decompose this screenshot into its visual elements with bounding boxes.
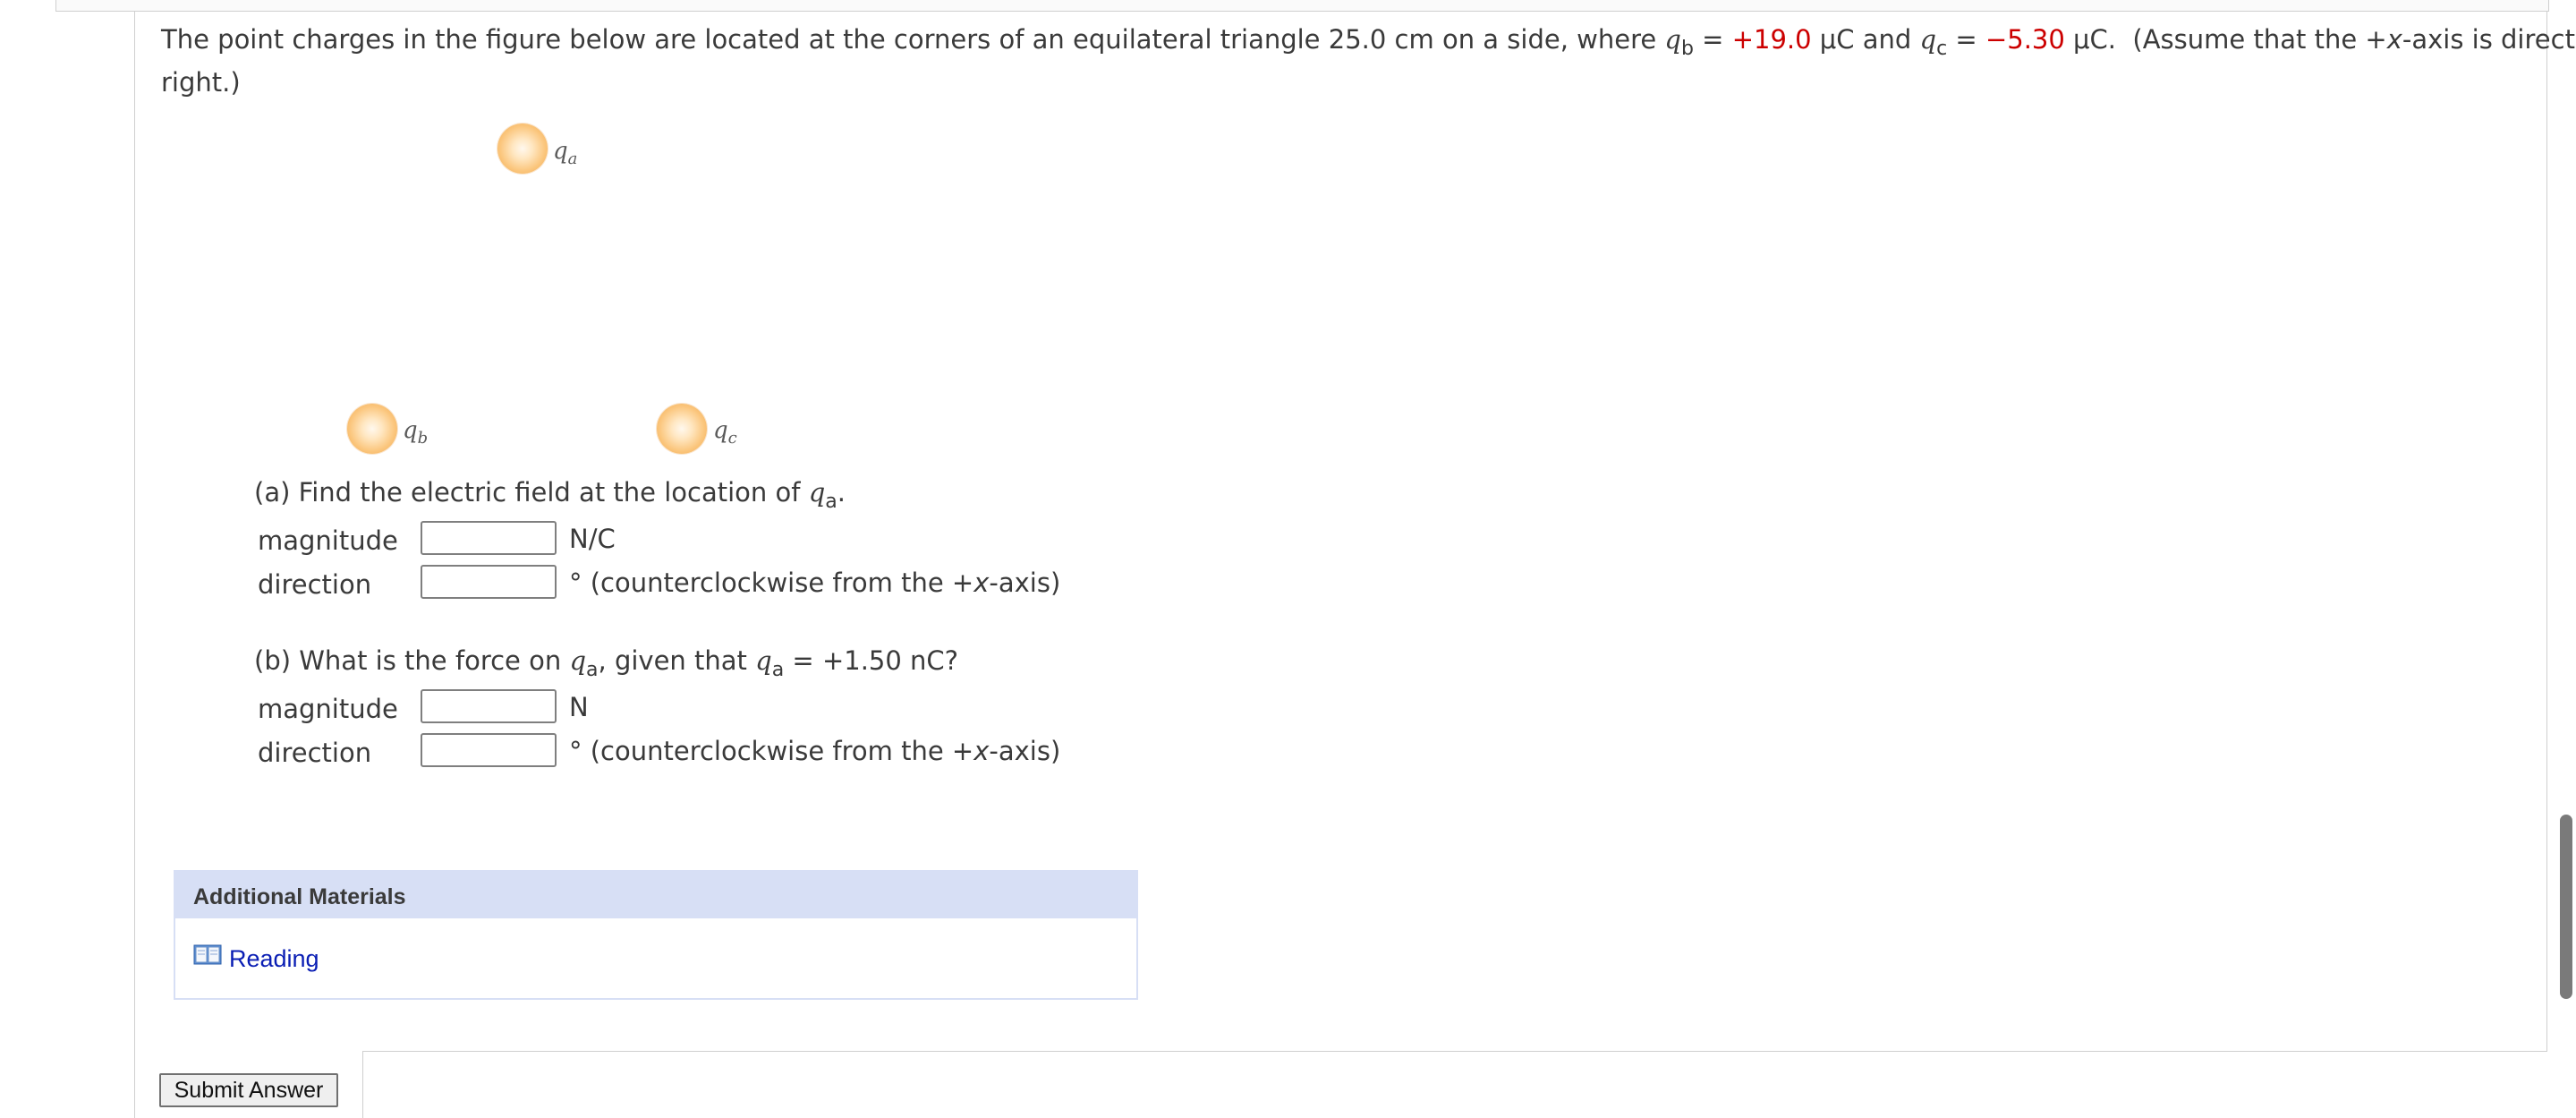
qa-label-sub: a bbox=[567, 149, 578, 168]
assume-part2: -axis is directed to the bbox=[2402, 24, 2576, 55]
part-a-prompt: (a) Find the electric field at the locat… bbox=[254, 477, 846, 512]
part-b-text-1: (b) What is the force on bbox=[254, 645, 570, 676]
book-icon bbox=[193, 944, 222, 965]
equals-sign: = bbox=[1693, 24, 1732, 55]
part-a-direction-input[interactable] bbox=[421, 565, 557, 599]
part-a-magnitude-label: magnitude bbox=[258, 525, 398, 556]
part-b-direction-unit: ° (counterclockwise from the +x-axis) bbox=[569, 738, 1060, 764]
charge-qc bbox=[657, 404, 707, 454]
charge-qa bbox=[497, 124, 548, 174]
part-b-q2-sub: a bbox=[771, 659, 785, 681]
submit-answer-button[interactable]: Submit Answer bbox=[159, 1073, 338, 1107]
charge-qb-label: qb bbox=[403, 417, 428, 448]
part-b-text-3: = +1.50 nC? bbox=[784, 645, 959, 676]
part-a-q-sym: q bbox=[808, 477, 826, 508]
content-border-left bbox=[134, 11, 135, 1118]
qc-value: −5.30 bbox=[1985, 24, 2065, 55]
part-b-direction-input[interactable] bbox=[421, 733, 557, 767]
qb-symbol: q bbox=[1664, 24, 1681, 55]
qc-label-sub: c bbox=[727, 429, 737, 448]
unit-and: μC and bbox=[1811, 24, 1920, 55]
part-a-text: (a) Find the electric field at the locat… bbox=[254, 477, 809, 508]
content-border-right bbox=[2546, 11, 2547, 1052]
part-a-magnitude-unit: N/C bbox=[569, 524, 616, 554]
qb-label-sym: q bbox=[403, 417, 418, 444]
part-b-dir-unit-1: ° (counterclockwise from the + bbox=[569, 736, 974, 766]
part-b-q2-sym: q bbox=[755, 645, 772, 676]
part-a-magnitude-input[interactable] bbox=[421, 521, 557, 555]
part-b-q-sym: q bbox=[569, 645, 587, 676]
qc-symbol: q bbox=[1919, 24, 1937, 55]
part-b-magnitude-label: magnitude bbox=[258, 694, 398, 724]
problem-intro: The point charges in the figure below ar… bbox=[161, 24, 1665, 55]
unit-end: μC. bbox=[2064, 24, 2116, 55]
qb-label-sub: b bbox=[417, 429, 429, 448]
part-b-text-2: , given that bbox=[598, 645, 756, 676]
equals-sign-2: = bbox=[1947, 24, 1985, 55]
part-a-q-sub: a bbox=[825, 491, 837, 513]
charge-qc-label: qc bbox=[713, 417, 737, 448]
scrollbar-thumb[interactable] bbox=[2560, 815, 2572, 999]
qa-label-sym: q bbox=[553, 138, 568, 165]
charge-qa-label: qa bbox=[553, 138, 578, 168]
assume-part1: (Assume that the + bbox=[2132, 24, 2387, 55]
assume-x: x bbox=[2386, 24, 2402, 55]
part-b-magnitude-unit: N bbox=[569, 692, 589, 722]
additional-materials-title: Additional Materials bbox=[193, 884, 406, 909]
part-b-dir-unit-x: x bbox=[973, 736, 990, 766]
top-panel-edge bbox=[55, 0, 2549, 12]
charge-qb bbox=[347, 404, 397, 454]
part-a-end: . bbox=[837, 477, 846, 508]
qc-label-sym: q bbox=[713, 417, 728, 444]
part-a-dir-unit-x: x bbox=[973, 568, 990, 598]
reading-link[interactable]: Reading bbox=[229, 945, 319, 973]
problem-statement-line2: right.) bbox=[161, 67, 241, 98]
part-b-q-sub: a bbox=[586, 659, 599, 681]
qc-subscript: c bbox=[1936, 38, 1948, 60]
qb-subscript: b bbox=[1681, 38, 1694, 60]
part-a-direction-unit: ° (counterclockwise from the +x-axis) bbox=[569, 570, 1060, 596]
content-border-lower bbox=[362, 1051, 363, 1118]
part-b-direction-label: direction bbox=[258, 738, 372, 768]
qb-value: +19.0 bbox=[1731, 24, 1812, 55]
part-a-dir-unit-1: ° (counterclockwise from the + bbox=[569, 568, 974, 598]
part-a-direction-label: direction bbox=[258, 569, 372, 600]
part-b-magnitude-input[interactable] bbox=[421, 689, 557, 723]
additional-materials-header: Additional Materials bbox=[175, 872, 1136, 918]
content-border-bottom bbox=[362, 1051, 2546, 1052]
part-b-prompt: (b) What is the force on qa, given that … bbox=[254, 645, 959, 680]
part-a-dir-unit-2: -axis) bbox=[989, 568, 1061, 598]
additional-materials-panel: Additional Materials Reading bbox=[174, 870, 1138, 1000]
part-b-dir-unit-2: -axis) bbox=[989, 736, 1061, 766]
problem-statement: The point charges in the figure below ar… bbox=[161, 24, 2576, 59]
